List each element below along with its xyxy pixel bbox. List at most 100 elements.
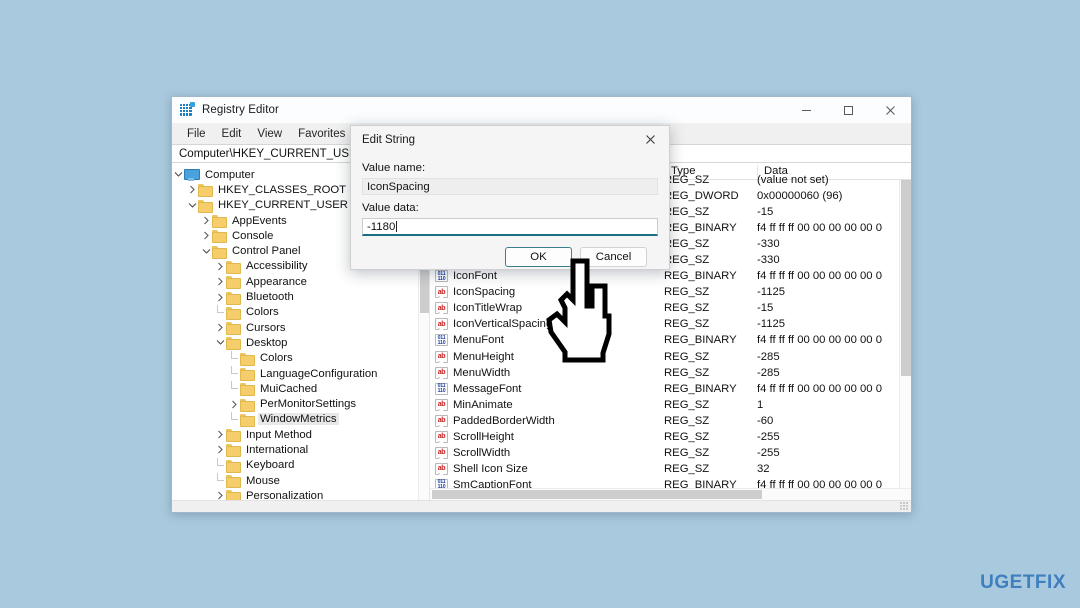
tree-item-languageconfiguration[interactable]: LanguageConfiguration — [172, 366, 429, 381]
tree-item-label: Desktop — [246, 336, 288, 349]
minimize-button[interactable] — [785, 97, 827, 124]
table-row[interactable]: ab ScrollWidth REG_SZ -255 — [430, 445, 911, 461]
tree-item-cursors[interactable]: Cursors — [172, 320, 429, 336]
folder-icon — [198, 199, 213, 213]
value-name-input[interactable]: IconSpacing — [362, 178, 658, 195]
folder-icon — [240, 368, 255, 381]
table-row[interactable]: ab IconVerticalSpacing REG_SZ -1125 — [430, 316, 911, 332]
tree-item-label: Cursors — [246, 321, 286, 334]
chevron-right-icon[interactable] — [200, 213, 212, 228]
value-data-input[interactable]: -1180 — [362, 218, 658, 236]
table-row[interactable]: 011 110 IconFont REG_BINARY f4 ff ff ff 00 0… — [430, 268, 911, 284]
value-name-text: MessageFont — [453, 382, 522, 395]
table-row[interactable]: 011 110 MessageFont REG_BINARY f4 ff ff ff 0… — [430, 381, 911, 397]
tree-item-mouse[interactable]: Mouse — [172, 473, 429, 489]
table-row[interactable]: ab PaddedBorderWidth REG_SZ -60 — [430, 413, 911, 429]
chevron-right-icon[interactable] — [214, 488, 226, 500]
folder-icon — [212, 215, 227, 229]
folder-icon — [240, 383, 255, 397]
tree-item-input-method[interactable]: Input Method — [172, 427, 429, 443]
value-data-cell: -330 — [757, 238, 780, 251]
computer-icon — [184, 168, 200, 181]
chevron-right-icon[interactable] — [214, 274, 226, 289]
tree-item-bluetooth[interactable]: Bluetooth — [172, 289, 429, 305]
tree-item-international[interactable]: International — [172, 442, 429, 458]
value-name-cell: ab MinAnimate — [430, 398, 664, 411]
menu-item-view[interactable]: View — [249, 124, 290, 144]
value-data-text: -1180 — [367, 220, 396, 233]
value-type-cell: REG_BINARY — [664, 270, 737, 283]
menu-item-edit[interactable]: Edit — [214, 124, 250, 144]
tree-item-label: Bluetooth — [246, 291, 294, 304]
tree-item-label: MuiCached — [260, 382, 318, 395]
value-type-cell: REG_SZ — [664, 254, 710, 267]
chevron-right-icon[interactable] — [200, 228, 212, 243]
dialog-title-bar[interactable]: Edit String — [351, 126, 669, 153]
folder-icon — [198, 184, 213, 198]
close-icon[interactable] — [631, 126, 669, 153]
table-row[interactable]: ab MenuWidth REG_SZ -285 — [430, 365, 911, 381]
chevron-right-icon[interactable] — [186, 182, 198, 197]
table-row[interactable]: 011 110 MenuFont REG_BINARY f4 ff ff ff 00 0… — [430, 332, 911, 348]
values-vertical-scrollbar[interactable] — [899, 180, 911, 488]
value-type-cell: REG_SZ — [664, 302, 710, 315]
string-value-icon: ab — [435, 302, 448, 315]
value-type-cell: REG_BINARY — [664, 222, 737, 235]
tree-item-appearance[interactable]: Appearance — [172, 274, 429, 290]
table-row[interactable]: ab IconSpacing REG_SZ -1125 — [430, 284, 911, 300]
value-name-cell: 011 110 MessageFont — [430, 382, 664, 395]
table-row[interactable]: ab IconTitleWrap REG_SZ -15 — [430, 300, 911, 316]
value-data-label: Value data: — [362, 202, 419, 214]
menu-item-file[interactable]: File — [179, 124, 214, 144]
chevron-right-icon[interactable] — [214, 442, 226, 457]
tree-item-permonitorsettings[interactable]: PerMonitorSettings — [172, 396, 429, 412]
value-name-text: IconSpacing — [367, 180, 430, 193]
close-button[interactable] — [869, 97, 911, 124]
edit-string-dialog: Edit String Value name: IconSpacing Valu… — [350, 125, 670, 270]
tree-item-windowmetrics[interactable]: WindowMetrics — [172, 411, 429, 427]
string-value-icon: ab — [435, 430, 448, 443]
tree-item-label: HKEY_CURRENT_USER — [218, 199, 348, 212]
ok-button[interactable]: OK — [505, 247, 572, 267]
values-vscrollbar-thumb[interactable] — [901, 180, 911, 376]
tree-leaf-marker — [214, 304, 226, 320]
chevron-right-icon[interactable] — [214, 290, 226, 305]
value-data-cell: 32 — [757, 462, 770, 475]
tree-item-colors[interactable]: Colors — [172, 350, 429, 366]
folder-icon — [226, 337, 241, 351]
table-row[interactable]: ab Shell Icon Size REG_SZ 32 — [430, 461, 911, 477]
value-type-cell: REG_SZ — [664, 398, 710, 411]
values-hscrollbar-thumb[interactable] — [432, 490, 762, 499]
tree-item-keyboard[interactable]: Keyboard — [172, 457, 429, 473]
tree-item-muicached[interactable]: MuiCached — [172, 381, 429, 397]
value-data-cell: -285 — [757, 366, 780, 379]
registry-icon — [180, 102, 195, 117]
maximize-button[interactable] — [827, 97, 869, 124]
chevron-down-icon[interactable] — [200, 244, 212, 259]
tree-item-colors[interactable]: Colors — [172, 304, 429, 320]
table-row[interactable]: ab MenuHeight REG_SZ -285 — [430, 349, 911, 365]
tree-item-desktop[interactable]: Desktop — [172, 335, 429, 351]
table-row[interactable]: ab MinAnimate REG_SZ 1 — [430, 397, 911, 413]
table-row[interactable]: ab ScrollHeight REG_SZ -255 — [430, 429, 911, 445]
window-title: Registry Editor — [202, 104, 279, 116]
value-data-cell: -285 — [757, 350, 780, 363]
tree-leaf-marker — [214, 457, 226, 473]
menu-item-favorites[interactable]: Favorites — [290, 124, 353, 144]
chevron-down-icon[interactable] — [186, 198, 198, 213]
chevron-down-icon[interactable] — [172, 167, 184, 182]
title-bar[interactable]: Registry Editor — [172, 97, 911, 124]
tree-item-label: PerMonitorSettings — [260, 398, 357, 411]
chevron-right-icon[interactable] — [214, 320, 226, 335]
chevron-right-icon[interactable] — [228, 397, 240, 412]
chevron-down-icon[interactable] — [214, 335, 226, 350]
dialog-buttons: OK Cancel — [362, 236, 658, 267]
chevron-right-icon[interactable] — [214, 427, 226, 442]
resize-grip[interactable] — [900, 502, 909, 511]
cancel-button[interactable]: Cancel — [580, 247, 647, 267]
value-name-cell: ab IconTitleWrap — [430, 302, 664, 315]
values-horizontal-scrollbar[interactable] — [430, 488, 911, 500]
tree-item-personalization[interactable]: Personalization — [172, 488, 429, 500]
chevron-right-icon[interactable] — [214, 259, 226, 274]
folder-icon — [226, 429, 241, 443]
